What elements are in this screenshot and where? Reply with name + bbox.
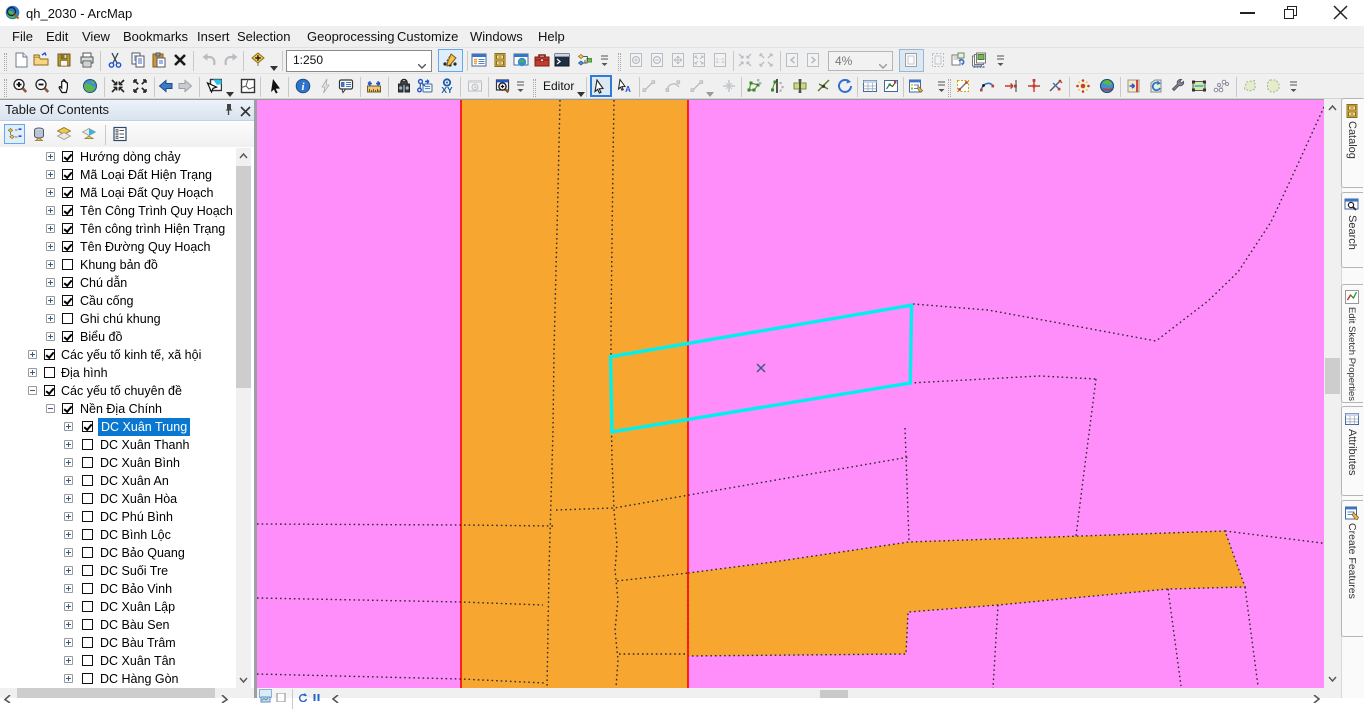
svg-text:1:1: 1:1 bbox=[715, 58, 725, 65]
svg-text:XY: XY bbox=[441, 85, 453, 94]
svg-text:A: A bbox=[625, 85, 631, 94]
